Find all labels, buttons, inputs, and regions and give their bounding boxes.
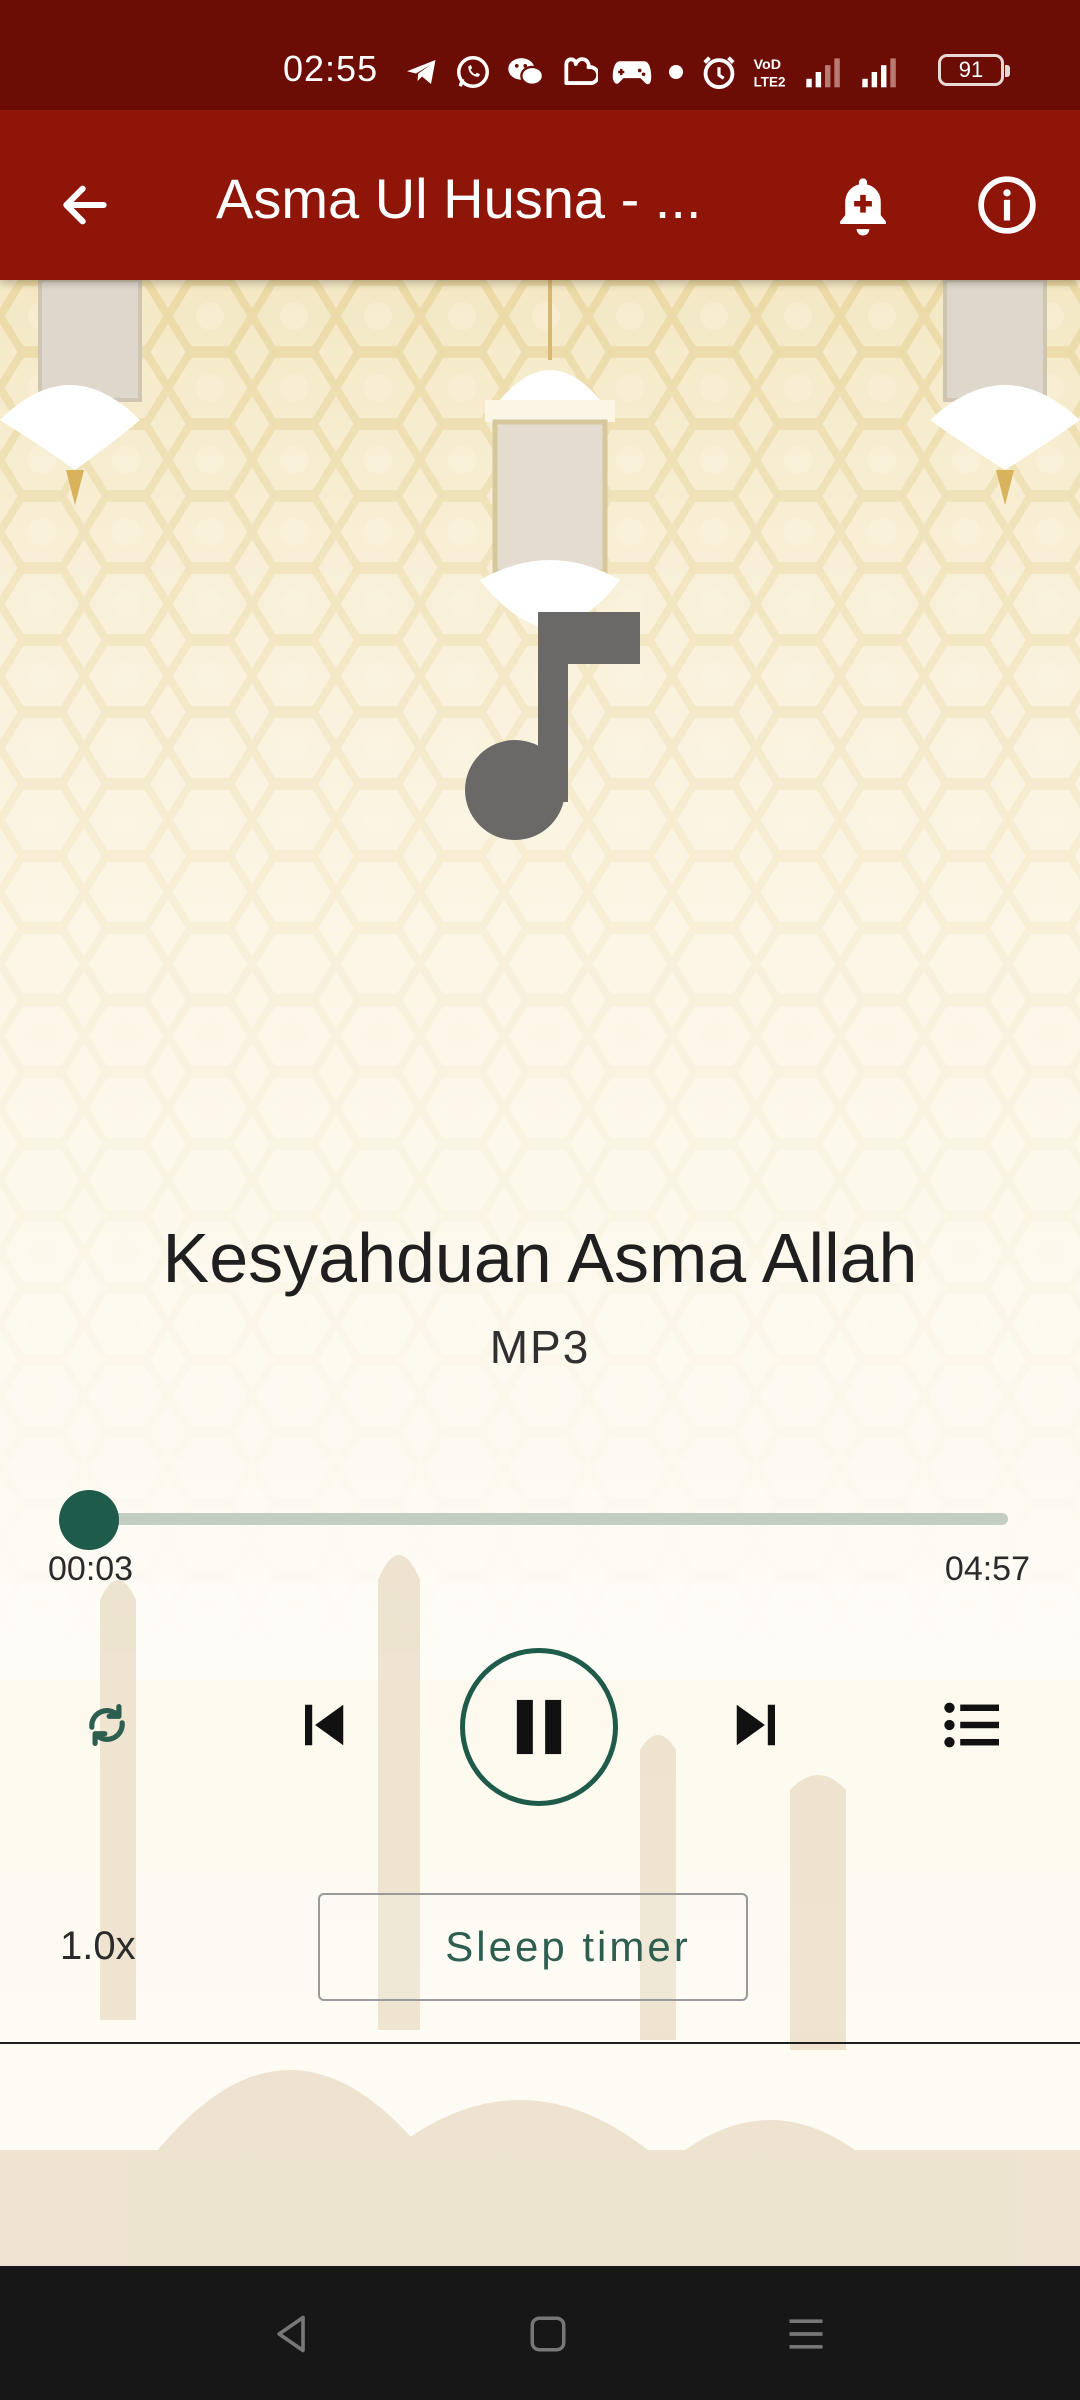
- sleep-timer-button[interactable]: Sleep timer: [318, 1893, 748, 2001]
- skip-previous-icon: [305, 1704, 344, 1746]
- moon-icon: [383, 1923, 407, 1971]
- info-button[interactable]: [962, 160, 1052, 250]
- app-bar: Asma Ul Husna - ...: [0, 110, 1080, 280]
- status-time: 02:55: [283, 48, 379, 89]
- seek-bar[interactable]: [80, 1513, 1008, 1525]
- skip-next-icon: [736, 1704, 775, 1746]
- wechat-icon: [508, 58, 545, 86]
- nav-recents-button[interactable]: [766, 2294, 846, 2374]
- gamepad-icon: [612, 61, 652, 85]
- signal-icon: [806, 58, 840, 88]
- playback-speed[interactable]: 1.0x: [60, 1924, 136, 1969]
- alarm-icon: [703, 56, 735, 89]
- track-format: MP3: [489, 1321, 591, 1373]
- seek-thumb[interactable]: [59, 1490, 120, 1550]
- repeat-button[interactable]: [62, 1680, 152, 1770]
- playlist-button[interactable]: [926, 1680, 1016, 1770]
- nav-back-icon: [277, 2315, 305, 2353]
- bell-plus-icon: [840, 178, 886, 236]
- signal-icon: [862, 58, 896, 88]
- status-bar: 02:55 VoD LTE2 91: [0, 0, 1080, 110]
- battery-indicator: 91: [938, 54, 1010, 86]
- sleep-timer-label: Sleep timer: [445, 1923, 691, 1970]
- previous-button[interactable]: [278, 1680, 368, 1770]
- nav-back-button[interactable]: [252, 2294, 332, 2374]
- pause-button[interactable]: [460, 1648, 618, 1806]
- whatsapp-icon: [457, 56, 489, 88]
- back-button[interactable]: [40, 160, 130, 250]
- telegram-icon: [407, 60, 436, 84]
- volte-icon: VoDLTE2: [754, 57, 786, 89]
- system-navigation-bar: [0, 2266, 1080, 2400]
- nav-menu-icon: [789, 2319, 823, 2349]
- add-reminder-button[interactable]: [818, 160, 908, 250]
- svg-text:LTE2: LTE2: [754, 74, 786, 89]
- status-icons: VoD LTE2: [404, 50, 902, 94]
- info-icon: [978, 176, 1036, 234]
- next-button[interactable]: [712, 1680, 802, 1770]
- music-note-icon: [465, 612, 640, 840]
- nav-home-icon: [530, 2316, 566, 2352]
- list-icon: [944, 1702, 999, 1748]
- track-title: Kesyahduan Asma Allah: [162, 1219, 918, 1297]
- current-time: 00:03: [48, 1550, 134, 1588]
- page-title: Asma Ul Husna - ...: [216, 167, 702, 230]
- cloud-icon: [564, 57, 598, 85]
- total-time: 04:57: [944, 1550, 1030, 1588]
- svg-text:VoD: VoD: [754, 57, 781, 73]
- dot-icon: [669, 65, 683, 79]
- nav-home-button[interactable]: [508, 2294, 588, 2374]
- arrow-left-icon: [63, 185, 107, 225]
- pause-icon: [516, 1699, 562, 1755]
- repeat-icon: [89, 1703, 125, 1747]
- divider: [0, 2042, 1080, 2044]
